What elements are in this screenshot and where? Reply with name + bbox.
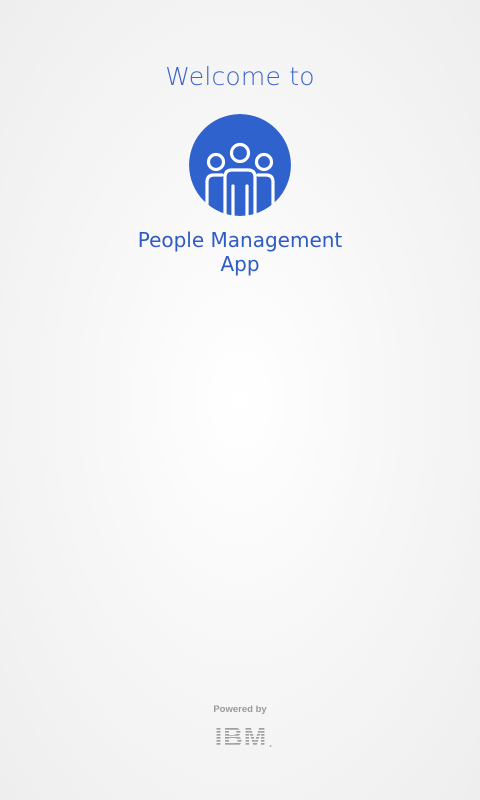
ibm-logo: IBM <box>208 722 274 750</box>
app-name-line1: People Management <box>137 228 343 252</box>
app-logo <box>189 114 291 216</box>
app-name: People Management App <box>0 228 480 276</box>
welcome-heading: Welcome to <box>165 62 315 91</box>
people-group-icon <box>189 114 291 216</box>
powered-by-label: Powered by <box>213 704 267 715</box>
ibm-logo-icon: IBM <box>215 722 272 750</box>
svg-text:IBM: IBM <box>215 722 268 750</box>
app-name-line2: App <box>220 252 260 276</box>
